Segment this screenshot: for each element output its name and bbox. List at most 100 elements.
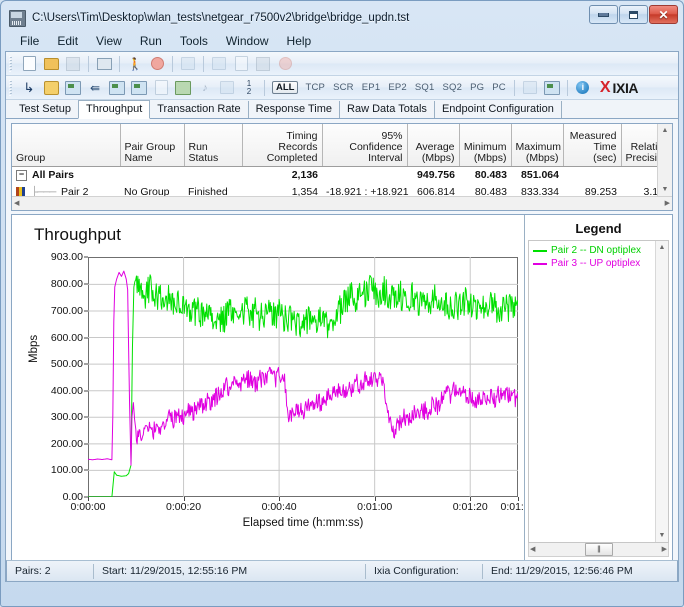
status-start-time: Start: 11/29/2015, 12:55:16 PM (102, 565, 248, 577)
tab-endpoint-configuration[interactable]: Endpoint Configuration (433, 101, 562, 118)
cell-group[interactable]: ├─── Pair 2 (12, 184, 120, 196)
hardware-icon[interactable] (216, 78, 238, 98)
filter-sq1-button[interactable]: SQ1 (411, 82, 439, 93)
column-header-run-status[interactable]: Run Status (184, 124, 243, 167)
refresh-icon[interactable] (177, 54, 199, 74)
legend-horizontal-scrollbar[interactable]: ◀ ||| ▶ (528, 543, 669, 557)
column-header-maximum[interactable]: Maximum (Mbps) (511, 124, 564, 167)
toolbar-grip[interactable] (9, 79, 15, 96)
open-icon[interactable] (40, 54, 62, 74)
save-icon[interactable] (62, 54, 84, 74)
filter-ep1-button[interactable]: EP1 (358, 82, 385, 93)
collapse-toggle-icon[interactable]: − (16, 169, 27, 181)
tab-test-setup[interactable]: Test Setup (12, 101, 79, 118)
audio-icon[interactable]: ♪ (194, 78, 216, 98)
tab-throughput[interactable]: Throughput (77, 100, 151, 119)
cell-average: 606.814 (417, 186, 455, 196)
legend-item[interactable]: Pair 3 -- UP optiplex (533, 257, 653, 270)
tab-raw-data-totals[interactable]: Raw Data Totals (339, 101, 435, 118)
tab-response-time[interactable]: Response Time (247, 101, 341, 118)
toolbar-secondary: ↳ ⇚ ♪ 12 ALL TCP SCR EP1 EP2 SQ1 SQ2 PG … (6, 76, 678, 100)
cell-run-status: Finished (188, 186, 228, 196)
export-doc-icon[interactable] (252, 54, 274, 74)
menu-file[interactable]: File (11, 32, 48, 50)
new-icon[interactable] (18, 54, 40, 74)
run-next-icon[interactable] (208, 54, 230, 74)
scroll-up-icon[interactable]: ▲ (659, 241, 666, 254)
export-icon[interactable] (519, 78, 541, 98)
filter-pc-button[interactable]: PC (488, 82, 510, 93)
filter-pg-button[interactable]: PG (466, 82, 488, 93)
chart-zone: Throughput Mbps 0.00 100.00 200.00 300.00 40… (11, 214, 673, 560)
toolbar-separator (264, 79, 265, 96)
table-row[interactable]: − All Pairs 2,136 949.756 80.483 851.064 (12, 167, 657, 185)
table-row[interactable]: ├─── Pair 2 No Group Finished 1,354 -18.9… (12, 184, 657, 196)
menu-tools[interactable]: Tools (171, 32, 217, 50)
edit-script-icon[interactable] (150, 78, 172, 98)
sort-order-icon[interactable]: 12 (238, 78, 260, 98)
tab-transaction-rate[interactable]: Transaction Rate (149, 101, 249, 118)
filter-scr-button[interactable]: SCR (329, 82, 358, 93)
column-header-measured-time[interactable]: Measured Time (sec) (563, 124, 622, 167)
legend-panel: Legend Pair 2 -- DN optiplex Pair 3 -- U… (524, 215, 672, 560)
delete-icon[interactable] (274, 54, 296, 74)
add-endpoint-icon[interactable]: ⇚ (84, 78, 106, 98)
column-header-relative-precision[interactable]: Relative Precision (621, 124, 657, 167)
menu-run[interactable]: Run (131, 32, 171, 50)
menu-view[interactable]: View (87, 32, 131, 50)
scroll-up-icon[interactable]: ▲ (662, 124, 669, 137)
ch-mn-l2: (Mbps) (473, 152, 507, 164)
chart-y-tick-label: 400.00 (50, 384, 83, 397)
cell-group[interactable]: − All Pairs (12, 167, 120, 185)
menu-window[interactable]: Window (217, 32, 278, 50)
filter-sq2-button[interactable]: SQ2 (438, 82, 466, 93)
column-header-minimum[interactable]: Minimum (Mbps) (459, 124, 512, 167)
toolbar-primary: 🚶 (6, 52, 678, 76)
column-header-confidence-interval[interactable]: 95% Confidence Interval (322, 124, 408, 167)
close-button[interactable]: ✕ (649, 5, 678, 24)
network-icon[interactable] (541, 78, 563, 98)
ixia-x-mark: X (599, 78, 611, 96)
scroll-left-icon[interactable]: ◀ (530, 543, 535, 556)
column-header-average[interactable]: Average (Mbps) (407, 124, 460, 167)
run-icon[interactable]: 🚶 (124, 54, 146, 74)
filter-tcp-button[interactable]: TCP (301, 82, 329, 93)
info-icon[interactable]: i (572, 78, 594, 98)
legend-title: Legend (575, 221, 622, 236)
endpoint-pair-icon[interactable] (62, 78, 84, 98)
table-horizontal-scrollbar[interactable]: ◀ ▶ (12, 196, 672, 210)
cell-measured-time: 89.253 (584, 186, 617, 196)
print-icon[interactable] (93, 54, 115, 74)
maximize-button[interactable] (619, 5, 648, 24)
scroll-right-icon[interactable]: ▶ (665, 197, 670, 210)
chart-y-tick-mark (84, 283, 88, 285)
chart-plot-area[interactable]: 0.00 100.00 200.00 300.00 400.00 500.00 600.00… (51, 251, 536, 513)
scroll-right-icon[interactable]: ▶ (662, 543, 667, 556)
cell-pair-group-name (120, 167, 184, 185)
column-header-pair-group-name[interactable]: Pair Group Name (120, 124, 185, 167)
filter-all-button[interactable]: ALL (272, 80, 299, 95)
menu-help[interactable]: Help (278, 32, 321, 50)
legend-vertical-scrollbar[interactable]: ▲ ▼ (655, 241, 668, 542)
minimize-button[interactable] (589, 5, 618, 24)
copy-icon[interactable] (230, 54, 252, 74)
toolbar-grip[interactable] (9, 55, 15, 72)
stop-icon[interactable] (146, 54, 168, 74)
add-multicast-pair-icon[interactable] (40, 78, 62, 98)
legend-item[interactable]: Pair 2 -- DN optiplex (533, 244, 653, 257)
green-pair-icon[interactable] (172, 78, 194, 98)
column-header-timing-records[interactable]: Timing Records Completed (242, 124, 323, 167)
legend-scroll-thumb[interactable]: ||| (584, 543, 613, 556)
menu-edit[interactable]: Edit (48, 32, 87, 50)
cell-confidence-interval: -18.921 : +18.921 (326, 186, 409, 196)
video-pair-icon[interactable] (106, 78, 128, 98)
scroll-left-icon[interactable]: ◀ (14, 197, 19, 210)
column-header-group[interactable]: Group (12, 124, 121, 167)
scroll-down-icon[interactable]: ▼ (662, 183, 669, 196)
scroll-down-icon[interactable]: ▼ (659, 529, 666, 542)
filter-ep2-button[interactable]: EP2 (384, 82, 411, 93)
application-window: C:\Users\Tim\Desktop\wlan_tests\netgear_… (0, 0, 684, 607)
table-vertical-scrollbar[interactable]: ▲ ▼ (657, 124, 672, 196)
add-pair-icon[interactable]: ↳ (18, 78, 40, 98)
voip-pair-icon[interactable] (128, 78, 150, 98)
